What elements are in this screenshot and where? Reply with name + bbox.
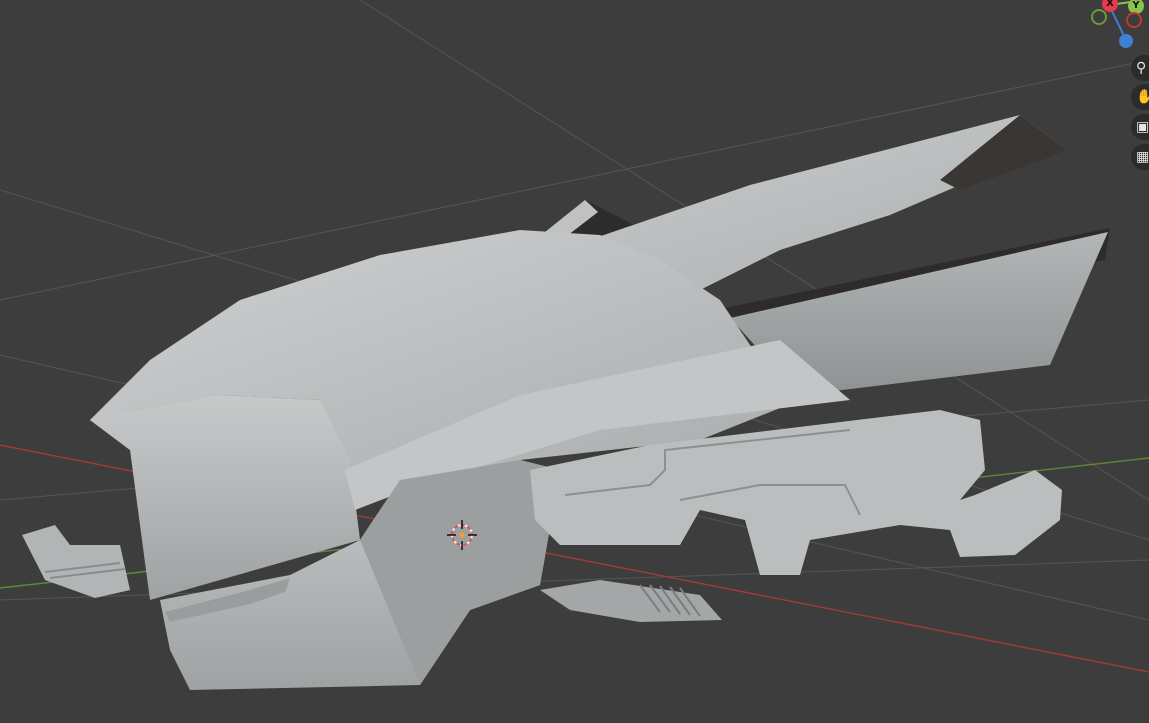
navigation-gizmo[interactable]: X Y bbox=[1079, 0, 1149, 60]
gizmo-neg-x-axis[interactable] bbox=[1126, 12, 1142, 28]
3d-viewport[interactable]: X Y ⚲ ✋ ▣ ▦ bbox=[0, 0, 1149, 723]
gizmo-z-axis[interactable] bbox=[1119, 34, 1133, 48]
gizmo-neg-y-axis[interactable] bbox=[1091, 9, 1107, 25]
model-mesh[interactable] bbox=[22, 115, 1110, 690]
viewport-canvas[interactable] bbox=[0, 0, 1149, 723]
